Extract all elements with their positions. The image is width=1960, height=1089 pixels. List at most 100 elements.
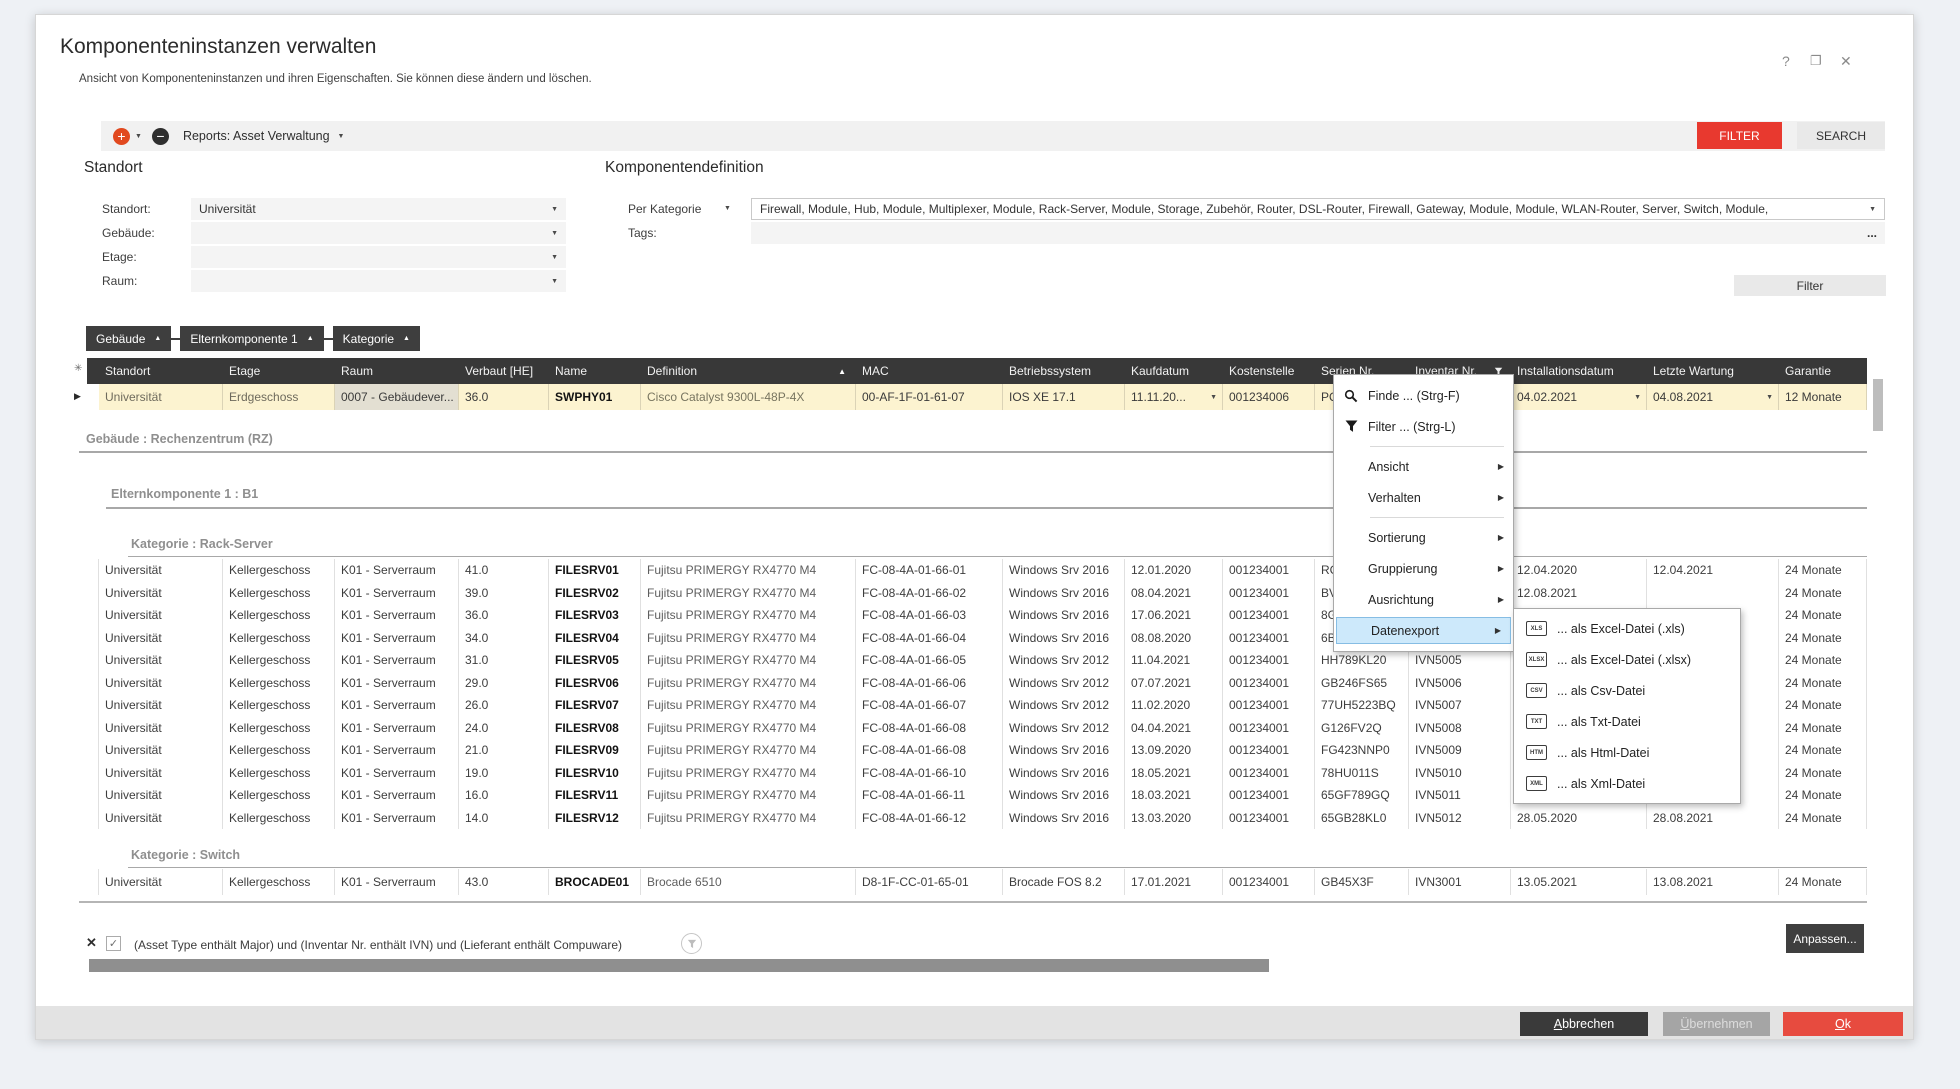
- kategorie-multiselect[interactable]: Firewall, Module, Hub, Module, Multiplex…: [751, 198, 1885, 220]
- cell-verbaut-he[interactable]: 43.0: [459, 869, 549, 895]
- cell-letzte-wartung[interactable]: [1647, 582, 1779, 605]
- cell-name[interactable]: FILESRV11: [549, 784, 641, 807]
- cell-betriebssystem[interactable]: Windows Srv 2016: [1003, 604, 1125, 627]
- cell-mac[interactable]: 00-AF-1F-01-61-07: [856, 384, 1003, 410]
- cell-mac[interactable]: FC-08-4A-01-66-06: [856, 672, 1003, 695]
- column-header-raum[interactable]: Raum: [335, 358, 459, 384]
- cell-mac[interactable]: FC-08-4A-01-66-07: [856, 694, 1003, 717]
- cell-name[interactable]: FILESRV02: [549, 582, 641, 605]
- cell-etage[interactable]: Kellergeschoss: [223, 604, 335, 627]
- column-header-standort[interactable]: Standort: [99, 358, 223, 384]
- cell-etage[interactable]: Kellergeschoss: [223, 807, 335, 830]
- cell-serien-nr[interactable]: GB45X3F: [1315, 869, 1409, 895]
- cell-garantie[interactable]: 24 Monate: [1779, 694, 1867, 717]
- cell-kostenstelle[interactable]: 001234001: [1223, 672, 1315, 695]
- cell-name[interactable]: BROCADE01: [549, 869, 641, 895]
- cell-garantie[interactable]: 24 Monate: [1779, 739, 1867, 762]
- cell-standort[interactable]: Universität: [99, 869, 223, 895]
- cell-etage[interactable]: Kellergeschoss: [223, 784, 335, 807]
- cell-betriebssystem[interactable]: Windows Srv 2012: [1003, 649, 1125, 672]
- cell-garantie[interactable]: 24 Monate: [1779, 649, 1867, 672]
- raum-select[interactable]: ▼: [191, 270, 566, 292]
- table-row[interactable]: UniversitätKellergeschossK01 - Serverrau…: [87, 582, 1867, 605]
- cell-definition[interactable]: Fujitsu PRIMERGY RX4770 M4: [641, 807, 856, 830]
- column-header-kostenstelle[interactable]: Kostenstelle: [1223, 358, 1315, 384]
- per-kategorie-dropdown[interactable]: Per Kategorie: [628, 202, 701, 216]
- cell-inventar-nr[interactable]: IVN5007: [1409, 694, 1511, 717]
- cell-kostenstelle[interactable]: 001234001: [1223, 784, 1315, 807]
- cell-kaufdatum[interactable]: 18.03.2021: [1125, 784, 1223, 807]
- cell-kaufdatum[interactable]: 08.08.2020: [1125, 627, 1223, 650]
- cell-garantie[interactable]: 24 Monate: [1779, 717, 1867, 740]
- menu-item-sortierung[interactable]: Sortierung▶: [1334, 522, 1513, 553]
- cancel-button[interactable]: Abbrechen: [1520, 1012, 1648, 1036]
- cell-mac[interactable]: FC-08-4A-01-66-05: [856, 649, 1003, 672]
- cell-betriebssystem[interactable]: Windows Srv 2016: [1003, 807, 1125, 830]
- menu-item-gruppierung[interactable]: Gruppierung▶: [1334, 553, 1513, 584]
- submenu-item-htm[interactable]: HTM... als Html-Datei: [1514, 737, 1740, 768]
- horizontal-scrollbar[interactable]: [89, 959, 1269, 972]
- cell-mac[interactable]: FC-08-4A-01-66-02: [856, 582, 1003, 605]
- cell-installationsdatum[interactable]: 28.05.2020: [1511, 807, 1647, 830]
- cell-etage[interactable]: Kellergeschoss: [223, 627, 335, 650]
- cell-definition[interactable]: Cisco Catalyst 9300L-48P-4X: [641, 384, 856, 410]
- table-row[interactable]: UniversitätKellergeschossK01 - Serverrau…: [87, 807, 1867, 830]
- cell-installationsdatum[interactable]: 04.02.2021▼: [1511, 384, 1647, 410]
- table-row[interactable]: UniversitätKellergeschossK01 - Serverrau…: [87, 559, 1867, 582]
- column-header-name[interactable]: Name: [549, 358, 641, 384]
- cell-verbaut-he[interactable]: 36.0: [459, 384, 549, 410]
- cell-betriebssystem[interactable]: Windows Srv 2016: [1003, 739, 1125, 762]
- cell-betriebssystem[interactable]: Windows Srv 2016: [1003, 784, 1125, 807]
- cell-verbaut-he[interactable]: 41.0: [459, 559, 549, 582]
- cell-betriebssystem[interactable]: IOS XE 17.1: [1003, 384, 1125, 410]
- cell-verbaut-he[interactable]: 31.0: [459, 649, 549, 672]
- cell-definition[interactable]: Fujitsu PRIMERGY RX4770 M4: [641, 672, 856, 695]
- cell-standort[interactable]: Universität: [99, 649, 223, 672]
- cell-kostenstelle[interactable]: 001234001: [1223, 694, 1315, 717]
- group-chip-kategorie[interactable]: Kategorie ▲: [333, 326, 420, 351]
- column-header-definition[interactable]: Definition▲: [641, 358, 856, 384]
- help-icon[interactable]: ?: [1782, 53, 1790, 69]
- cell-standort[interactable]: Universität: [99, 559, 223, 582]
- cell-raum[interactable]: K01 - Serverraum: [335, 869, 459, 895]
- cell-definition[interactable]: Fujitsu PRIMERGY RX4770 M4: [641, 582, 856, 605]
- cell-inventar-nr[interactable]: IVN5012: [1409, 807, 1511, 830]
- submenu-item-txt[interactable]: TXT... als Txt-Datei: [1514, 706, 1740, 737]
- column-header-etage[interactable]: Etage: [223, 358, 335, 384]
- apply-button[interactable]: Übernehmen: [1663, 1012, 1770, 1036]
- cell-installationsdatum[interactable]: 12.08.2021: [1511, 582, 1647, 605]
- cell-raum[interactable]: K01 - Serverraum: [335, 694, 459, 717]
- column-header-garantie[interactable]: Garantie: [1779, 358, 1867, 384]
- cell-standort[interactable]: Universität: [99, 807, 223, 830]
- cell-raum[interactable]: K01 - Serverraum: [335, 604, 459, 627]
- cell-kostenstelle[interactable]: 001234001: [1223, 807, 1315, 830]
- column-header-installationsdatum[interactable]: Installationsdatum: [1511, 358, 1647, 384]
- cell-name[interactable]: FILESRV05: [549, 649, 641, 672]
- cell-raum[interactable]: K01 - Serverraum: [335, 559, 459, 582]
- cell-etage[interactable]: Kellergeschoss: [223, 717, 335, 740]
- cell-betriebssystem[interactable]: Windows Srv 2016: [1003, 627, 1125, 650]
- cell-letzte-wartung[interactable]: 28.08.2021: [1647, 807, 1779, 830]
- cell-definition[interactable]: Fujitsu PRIMERGY RX4770 M4: [641, 559, 856, 582]
- add-icon[interactable]: +: [113, 128, 130, 145]
- cell-kostenstelle[interactable]: 001234001: [1223, 627, 1315, 650]
- cell-betriebssystem[interactable]: Windows Srv 2012: [1003, 672, 1125, 695]
- cell-mac[interactable]: FC-08-4A-01-66-04: [856, 627, 1003, 650]
- cell-raum[interactable]: K01 - Serverraum: [335, 807, 459, 830]
- cell-standort[interactable]: Universität: [99, 582, 223, 605]
- cell-name[interactable]: FILESRV06: [549, 672, 641, 695]
- cell-kaufdatum[interactable]: 18.05.2021: [1125, 762, 1223, 785]
- cell-mac[interactable]: D8-1F-CC-01-65-01: [856, 869, 1003, 895]
- cell-raum[interactable]: K01 - Serverraum: [335, 762, 459, 785]
- cell-inventar-nr[interactable]: IVN5008: [1409, 717, 1511, 740]
- cell-verbaut-he[interactable]: 21.0: [459, 739, 549, 762]
- cell-kostenstelle[interactable]: 001234001: [1223, 869, 1315, 895]
- remove-filter-icon[interactable]: ✕: [86, 935, 97, 951]
- cell-verbaut-he[interactable]: 29.0: [459, 672, 549, 695]
- cell-raum[interactable]: 0007 - Gebäudever...: [335, 384, 459, 410]
- cell-standort[interactable]: Universität: [99, 784, 223, 807]
- cell-serien-nr[interactable]: G126FV2Q: [1315, 717, 1409, 740]
- cell-letzte-wartung[interactable]: 12.04.2021: [1647, 559, 1779, 582]
- cell-kaufdatum[interactable]: 11.04.2021: [1125, 649, 1223, 672]
- cell-mac[interactable]: FC-08-4A-01-66-03: [856, 604, 1003, 627]
